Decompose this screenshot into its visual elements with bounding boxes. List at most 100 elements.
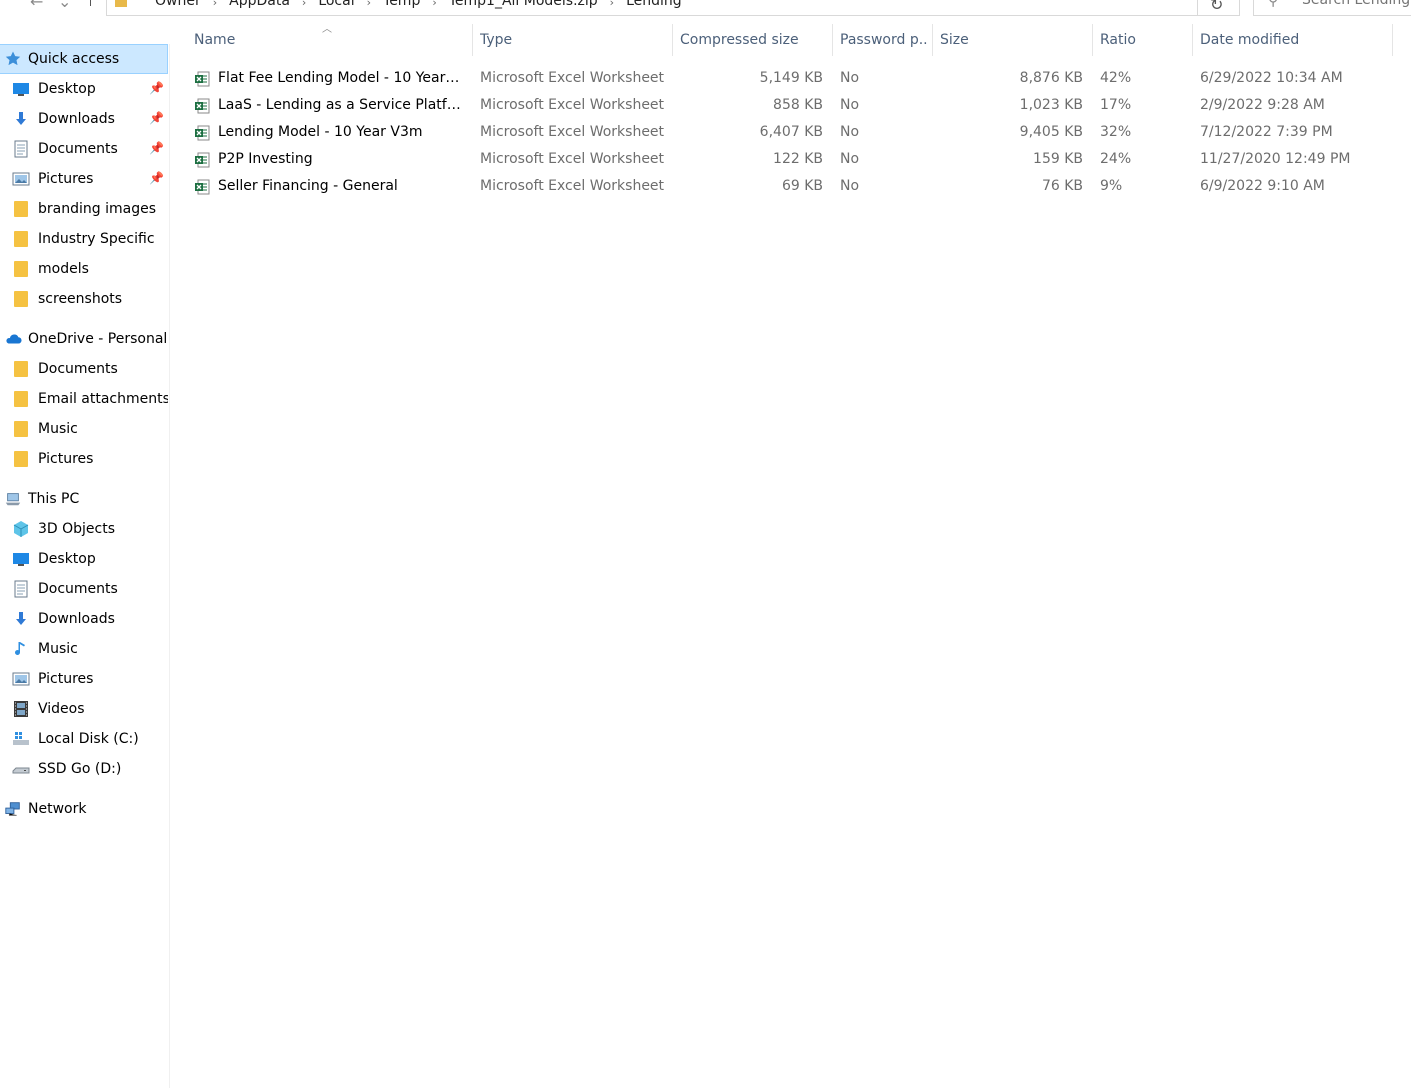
excel-file-icon — [195, 98, 210, 113]
file-name-cell: Lending Model - 10 Year V3m — [194, 119, 462, 146]
videos-icon — [12, 700, 30, 718]
navigation-pane: Quick access Desktop 📌 Downloads 📌 Docum… — [0, 44, 170, 1088]
file-date-modified: 6/9/2022 9:10 AM — [1200, 178, 1325, 194]
column-header-compressed-size[interactable]: Compressed size — [680, 24, 825, 56]
column-header-size[interactable]: Size — [940, 24, 1085, 56]
column-divider[interactable] — [1392, 24, 1393, 56]
sidebar-item-this-pc[interactable]: This PC — [0, 484, 168, 514]
column-divider[interactable] — [932, 24, 933, 56]
file-row[interactable]: Lending Model - 10 Year V3m Microsoft Ex… — [186, 119, 1386, 146]
sidebar-item-onedrive-music[interactable]: Music — [0, 414, 168, 444]
sidebar-item-branding-images[interactable]: branding images — [0, 194, 168, 224]
breadcrumb-item[interactable]: Lending — [626, 0, 682, 13]
sidebar-item-pictures[interactable]: Pictures 📌 — [0, 164, 168, 194]
file-compressed-size: 5,149 KB — [759, 70, 823, 86]
column-header-name[interactable]: Name — [194, 24, 464, 56]
chevron-down-icon[interactable]: ⌄ — [58, 0, 71, 11]
sidebar-item-3d-objects[interactable]: 3D Objects — [0, 514, 168, 544]
pin-icon[interactable]: 📌 — [149, 141, 164, 155]
file-password: No — [840, 70, 860, 86]
sidebar-item-pc-pictures[interactable]: Pictures — [0, 664, 168, 694]
chevron-down-icon[interactable]: ⌄ — [1174, 0, 1183, 3]
column-divider[interactable] — [672, 24, 673, 56]
sidebar-item-email-attachments[interactable]: Email attachments — [0, 384, 168, 414]
sidebar-item-label: Documents — [38, 581, 118, 597]
sidebar-item-desktop[interactable]: Desktop 📌 — [0, 74, 168, 104]
sidebar-item-label: Music — [38, 641, 78, 657]
file-row[interactable]: P2P Investing Microsoft Excel Worksheet … — [186, 146, 1386, 173]
search-input[interactable] — [1302, 0, 1411, 8]
chevron-right-icon[interactable]: › — [610, 0, 614, 13]
sidebar-item-label: Documents — [38, 141, 118, 157]
file-compressed-size: 69 KB — [781, 178, 823, 194]
sidebar-item-downloads[interactable]: Downloads 📌 — [0, 104, 168, 134]
search-icon: ⚲ — [1268, 0, 1279, 9]
sidebar-item-onedrive-pictures[interactable]: Pictures — [0, 444, 168, 474]
file-name-cell: Flat Fee Lending Model - 10 YearV2 — [194, 65, 462, 92]
folder-icon — [12, 360, 30, 378]
breadcrumb-item[interactable]: Owner — [155, 0, 201, 13]
sidebar-item-label: Industry Specific — [38, 231, 155, 247]
column-divider[interactable] — [472, 24, 473, 56]
file-compressed-size: 858 KB — [773, 97, 823, 113]
sidebar-item-label: Videos — [38, 701, 85, 717]
column-header-type[interactable]: Type — [480, 24, 665, 56]
sidebar-item-models[interactable]: models — [0, 254, 168, 284]
toolbar-divider — [90, 0, 91, 6]
column-header-password[interactable]: Password p... — [840, 24, 928, 56]
sidebar-item-pc-documents[interactable]: Documents — [0, 574, 168, 604]
sidebar-item-onedrive-documents[interactable]: Documents — [0, 354, 168, 384]
sidebar-item-pc-music[interactable]: Music — [0, 634, 168, 664]
chevron-right-icon[interactable]: › — [432, 0, 436, 13]
breadcrumb-item[interactable]: AppData — [229, 0, 290, 13]
column-header-date-modified[interactable]: Date modified — [1200, 24, 1385, 56]
column-header-ratio[interactable]: Ratio — [1100, 24, 1185, 56]
refresh-button[interactable]: ↻ — [1198, 0, 1240, 16]
file-password: No — [840, 124, 860, 140]
sidebar-item-quick-access[interactable]: Quick access — [0, 44, 168, 74]
column-divider[interactable] — [1092, 24, 1093, 56]
file-row[interactable]: Flat Fee Lending Model - 10 YearV2 Micro… — [186, 65, 1386, 92]
breadcrumb-item[interactable]: Temp — [383, 0, 420, 13]
sidebar-item-industry-specific[interactable]: Industry Specific — [0, 224, 168, 254]
address-bar[interactable]: Owner › AppData › Local › Temp › Temp1_A… — [106, 0, 1198, 16]
file-date-modified: 11/27/2020 12:49 PM — [1200, 151, 1351, 167]
pin-icon[interactable]: 📌 — [149, 171, 164, 185]
sidebar-item-label: Downloads — [38, 111, 115, 127]
file-ratio: 42% — [1100, 70, 1132, 86]
pin-icon[interactable]: 📌 — [149, 111, 164, 125]
file-size: 8,876 KB — [1019, 70, 1083, 86]
file-row[interactable]: Seller Financing - General Microsoft Exc… — [186, 173, 1386, 200]
pin-icon[interactable]: 📌 — [149, 81, 164, 95]
sidebar-item-label: Network — [28, 801, 87, 817]
chevron-right-icon[interactable]: › — [302, 0, 306, 13]
file-row[interactable]: LaaS - Lending as a Service Platfor... M… — [186, 92, 1386, 119]
sidebar-item-label: Email attachments — [38, 391, 168, 407]
sidebar-item-label: models — [38, 261, 89, 277]
breadcrumb-item[interactable]: Local — [318, 0, 354, 13]
sidebar-item-local-disk[interactable]: Local Disk (C:) — [0, 724, 168, 754]
sidebar-item-pc-videos[interactable]: Videos — [0, 694, 168, 724]
sidebar-item-ssd-go[interactable]: SSD Go (D:) — [0, 754, 168, 784]
excel-file-icon — [195, 71, 210, 86]
file-type: Microsoft Excel Worksheet — [480, 124, 665, 140]
sidebar-item-onedrive[interactable]: OneDrive - Personal — [0, 324, 168, 354]
chevron-right-icon[interactable]: › — [367, 0, 371, 13]
breadcrumb-item[interactable]: Temp1_All Models.zip — [449, 0, 598, 13]
file-name: Seller Financing - General — [218, 178, 398, 194]
drive-icon — [12, 760, 30, 778]
column-divider[interactable] — [1192, 24, 1193, 56]
column-divider[interactable] — [832, 24, 833, 56]
back-arrow-icon[interactable]: ← — [30, 0, 43, 11]
file-name-cell: LaaS - Lending as a Service Platfor... — [194, 92, 462, 119]
music-icon — [12, 640, 30, 658]
sidebar-item-screenshots[interactable]: screenshots — [0, 284, 168, 314]
sidebar-item-pc-desktop[interactable]: Desktop — [0, 544, 168, 574]
file-name: LaaS - Lending as a Service Platfor... — [218, 97, 462, 113]
sidebar-item-pc-downloads[interactable]: Downloads — [0, 604, 168, 634]
sidebar-item-documents[interactable]: Documents 📌 — [0, 134, 168, 164]
search-box[interactable]: ⚲ — [1253, 0, 1411, 16]
sidebar-item-network[interactable]: Network — [0, 794, 168, 824]
chevron-right-icon[interactable]: › — [213, 0, 217, 13]
sidebar-item-label: Quick access — [28, 51, 120, 67]
